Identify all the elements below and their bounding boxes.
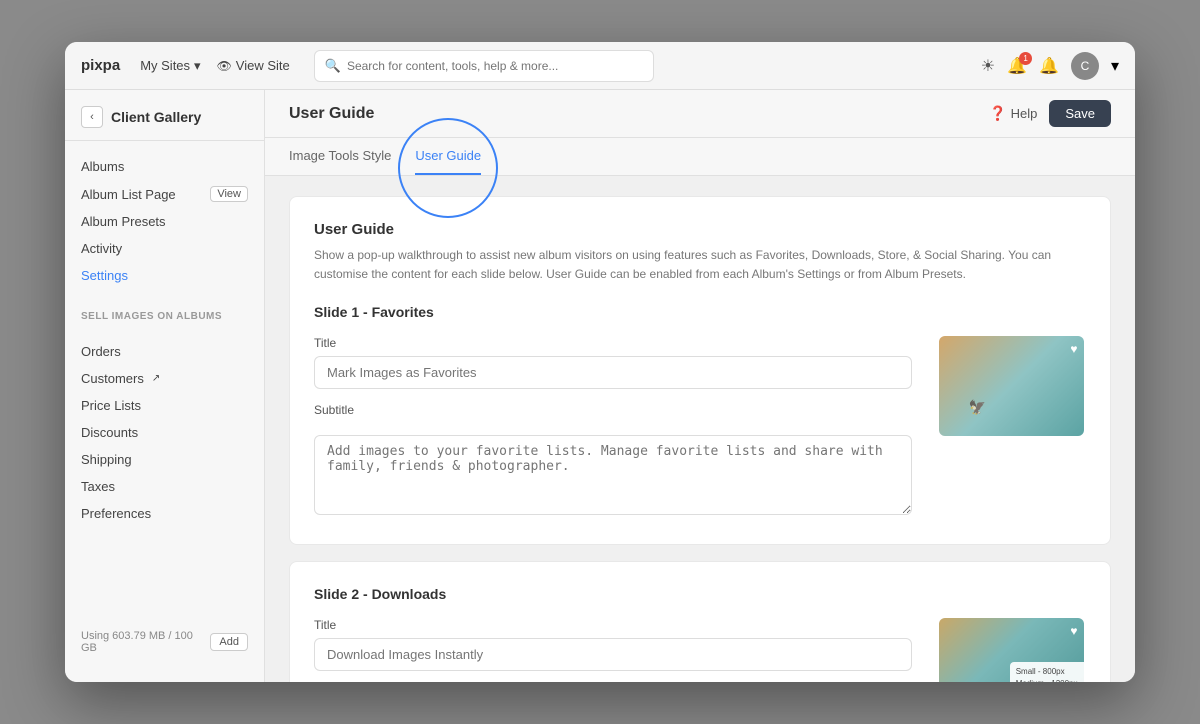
sidebar-header: ‹ Client Gallery <box>65 106 264 141</box>
content-body: User Guide Show a pop-up walkthrough to … <box>265 176 1135 682</box>
sidebar-item-taxes[interactable]: Taxes <box>65 473 264 500</box>
storage-text: Using 603.79 MB / 100 GB <box>81 630 202 654</box>
sidebar-item-label: Customers <box>81 371 144 386</box>
download-title-input[interactable] <box>314 638 912 671</box>
chevron-down-icon: ▾ <box>194 58 201 74</box>
sidebar-item-customers[interactable]: Customers ↗ <box>65 365 264 392</box>
title-input[interactable] <box>314 356 912 389</box>
favorites-preview-image: ♥ 🦅 <box>939 336 1084 436</box>
sidebar-item-label: Orders <box>81 344 121 359</box>
slide1-title: Slide 1 - Favorites <box>314 304 1086 320</box>
app-window: pixpa My Sites ▾ 👁 View Site 🔍 ☀ 🔔 1 🔔 C… <box>65 42 1135 682</box>
sidebar-item-discounts[interactable]: Discounts <box>65 419 264 446</box>
tab-user-guide[interactable]: User Guide <box>415 138 481 175</box>
tab-label: Image Tools Style <box>289 148 391 163</box>
bird-decoration: 🦅 <box>969 399 986 416</box>
search-icon: 🔍 <box>325 58 341 74</box>
sidebar-item-label: Activity <box>81 241 122 256</box>
sidebar-back-button[interactable]: ‹ <box>81 106 103 128</box>
search-input[interactable] <box>347 59 643 73</box>
sidebar-item-activity[interactable]: Activity <box>65 235 264 262</box>
my-sites-button[interactable]: My Sites ▾ <box>140 58 200 74</box>
download-title-label: Title <box>314 618 912 632</box>
downloads-card: Slide 2 - Downloads Title ♥ <box>289 561 1111 682</box>
download-options-overlay: Small - 800pxMedium - 1200pxLarge - 2048… <box>1010 662 1084 682</box>
sidebar-item-orders[interactable]: Orders <box>65 338 264 365</box>
save-button[interactable]: Save <box>1049 100 1111 127</box>
topbar: pixpa My Sites ▾ 👁 View Site 🔍 ☀ 🔔 1 🔔 C… <box>65 42 1135 90</box>
my-sites-label: My Sites <box>140 58 190 73</box>
sidebar-item-label: Shipping <box>81 452 132 467</box>
slide2-title: Slide 2 - Downloads <box>314 586 1086 602</box>
sidebar-item-album-list-page[interactable]: Album List Page View <box>65 180 264 208</box>
sun-icon[interactable]: ☀ <box>981 56 995 76</box>
title-field-group: Title <box>314 336 912 389</box>
user-guide-card: User Guide Show a pop-up walkthrough to … <box>289 196 1111 545</box>
header-actions: ❓ Help Save <box>989 100 1111 127</box>
help-label: Help <box>1011 106 1038 121</box>
sidebar-section-label: SELL IMAGES ON ALBUMS <box>65 301 264 326</box>
slide2-form: Title <box>314 618 912 682</box>
search-bar[interactable]: 🔍 <box>314 50 654 82</box>
subtitle-input[interactable] <box>314 435 912 515</box>
sidebar-item-label: Album Presets <box>81 214 166 229</box>
slide1-preview: ♥ 🦅 <box>936 336 1086 520</box>
view-site-button[interactable]: 👁 View Site <box>217 58 290 73</box>
sidebar-item-label: Album List Page <box>81 187 176 202</box>
page-title: User Guide <box>289 105 374 123</box>
alert-icon[interactable]: 🔔 <box>1039 56 1059 76</box>
sidebar: ‹ Client Gallery Albums Album List Page … <box>65 90 265 682</box>
card-description: Show a pop-up walkthrough to assist new … <box>314 246 1086 284</box>
sidebar-item-settings[interactable]: Settings <box>65 262 264 289</box>
sidebar-item-label: Discounts <box>81 425 138 440</box>
sidebar-sell-nav: Orders Customers ↗ Price Lists Discounts… <box>65 326 264 539</box>
sidebar-item-albums[interactable]: Albums <box>65 153 264 180</box>
heart-icon: ♥ <box>1070 342 1077 356</box>
slide2-content: Title ♥ Small - 800pxMedium - 1200pxLarg… <box>314 618 1086 682</box>
notification-bell-icon[interactable]: 🔔 1 <box>1007 56 1027 76</box>
slide1-form: Title Subtitle <box>314 336 912 520</box>
sidebar-item-label: Settings <box>81 268 128 283</box>
tabs-bar: Image Tools Style User Guide <box>265 138 1135 176</box>
avatar-chevron-icon: ▾ <box>1111 56 1119 76</box>
tabs-wrapper: Image Tools Style User Guide <box>265 138 1135 176</box>
card-title: User Guide <box>314 221 1086 238</box>
external-link-icon: ↗ <box>152 373 160 384</box>
bookmark-icon: ♥ <box>1070 624 1077 638</box>
help-button[interactable]: ❓ Help <box>989 105 1037 122</box>
sidebar-item-label: Preferences <box>81 506 151 521</box>
view-button[interactable]: View <box>210 186 248 202</box>
content-area: User Guide ❓ Help Save Image Tools Style <box>265 90 1135 682</box>
add-storage-button[interactable]: Add <box>210 633 248 651</box>
sidebar-nav: Albums Album List Page View Album Preset… <box>65 141 264 301</box>
subtitle-label: Subtitle <box>314 403 912 417</box>
sidebar-item-label: Albums <box>81 159 124 174</box>
main-layout: ‹ Client Gallery Albums Album List Page … <box>65 90 1135 682</box>
slide2-preview: ♥ Small - 800pxMedium - 1200pxLarge - 20… <box>936 618 1086 682</box>
tab-image-tools-style[interactable]: Image Tools Style <box>289 138 391 175</box>
sidebar-item-album-presets[interactable]: Album Presets <box>65 208 264 235</box>
content-header: User Guide ❓ Help Save <box>265 90 1135 138</box>
tab-label: User Guide <box>415 148 481 163</box>
sidebar-item-label: Price Lists <box>81 398 141 413</box>
question-circle-icon: ❓ <box>989 105 1006 122</box>
avatar[interactable]: C <box>1071 52 1099 80</box>
download-title-field-group: Title <box>314 618 912 671</box>
downloads-preview-image: ♥ Small - 800pxMedium - 1200pxLarge - 20… <box>939 618 1084 682</box>
sidebar-item-label: Taxes <box>81 479 115 494</box>
storage-info: Using 603.79 MB / 100 GB Add <box>65 618 264 666</box>
sidebar-title: Client Gallery <box>111 109 201 125</box>
logo: pixpa <box>81 57 120 74</box>
sidebar-item-shipping[interactable]: Shipping <box>65 446 264 473</box>
view-site-label: View Site <box>236 58 290 73</box>
eye-icon: 👁 <box>217 59 232 73</box>
title-label: Title <box>314 336 912 350</box>
sidebar-item-preferences[interactable]: Preferences <box>65 500 264 527</box>
slide1-content: Title Subtitle ♥ 🦅 <box>314 336 1086 520</box>
sidebar-item-price-lists[interactable]: Price Lists <box>65 392 264 419</box>
topbar-icons: ☀ 🔔 1 🔔 C ▾ <box>981 52 1119 80</box>
notification-badge: 1 <box>1019 52 1032 65</box>
